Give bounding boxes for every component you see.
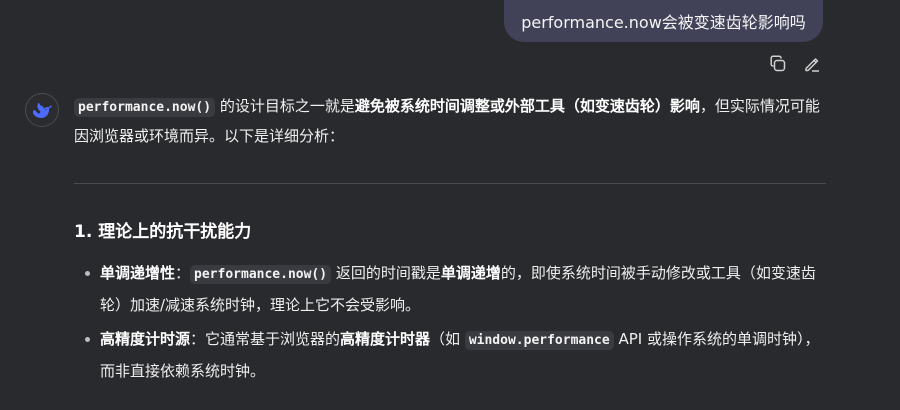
edit-icon[interactable] xyxy=(802,54,822,74)
bold-text: 避免被系统时间调整或外部工具（如变速齿轮）影响 xyxy=(354,97,700,115)
list-item: 高精度计时源：它通常基于浏览器的高精度计时器（如 window.performa… xyxy=(74,324,826,386)
copy-icon[interactable] xyxy=(768,54,788,74)
user-message-text: performance.now会被变速齿轮影响吗 xyxy=(521,13,806,32)
section-divider xyxy=(74,183,826,184)
message-actions xyxy=(768,54,822,74)
bullet-dot xyxy=(85,271,90,276)
assistant-avatar xyxy=(25,93,59,127)
assistant-response: performance.now() 的设计目标之一就是避免被系统时间调整或外部工… xyxy=(74,92,826,150)
inline-code: performance.now() xyxy=(74,98,216,117)
whale-logo-icon xyxy=(32,102,52,118)
list-item: 单调递增性： performance.now() 返回的时间戳是单调递增的，即使系… xyxy=(74,258,826,320)
section-heading: 1. 理论上的抗干扰能力 xyxy=(74,222,252,242)
bullet-dot xyxy=(85,337,90,342)
bullet-list: 单调递增性： performance.now() 返回的时间戳是单调递增的，即使系… xyxy=(74,258,826,390)
chat-page: performance.now会被变速齿轮影响吗 performance.now… xyxy=(0,0,900,410)
inline-code: window.performance xyxy=(464,331,614,350)
user-message-bubble: performance.now会被变速齿轮影响吗 xyxy=(504,0,823,42)
inline-code: performance.now() xyxy=(190,265,332,284)
intro-paragraph: performance.now() 的设计目标之一就是避免被系统时间调整或外部工… xyxy=(74,97,820,145)
